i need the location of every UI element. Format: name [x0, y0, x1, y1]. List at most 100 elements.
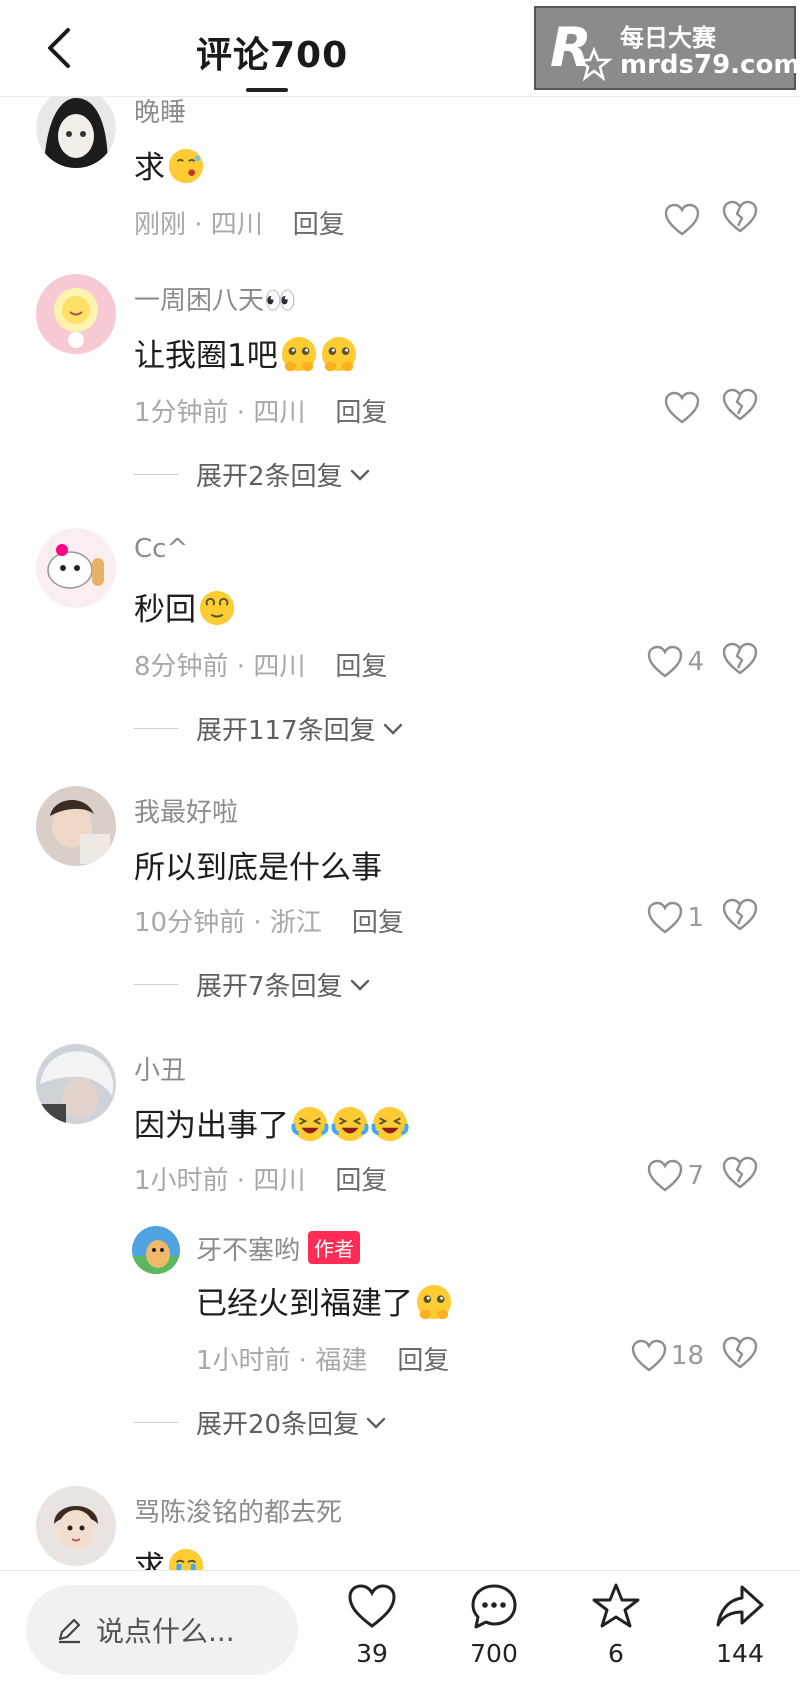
divider	[134, 984, 178, 985]
expand-replies-button[interactable]: 展开117条回复	[134, 710, 406, 747]
pleading-emoji-icon	[321, 336, 356, 372]
active-tab-indicator	[246, 88, 288, 92]
comment-count: 700	[470, 1639, 518, 1668]
comment-text: 因为出事了	[134, 1100, 409, 1145]
watermark-title: 每日大赛	[620, 24, 716, 52]
comment-username[interactable]: 一周困八天👀	[134, 280, 296, 317]
heart-icon	[648, 645, 683, 678]
favorite-button[interactable]: 6	[576, 1581, 656, 1668]
like-count: 1	[687, 903, 704, 933]
reply-button[interactable]: 回复	[335, 652, 387, 682]
reply-username-text[interactable]: 牙不塞哟	[196, 1236, 300, 1266]
star-icon	[592, 1583, 640, 1628]
avatar[interactable]	[36, 96, 116, 168]
broken-heart-icon[interactable]	[722, 898, 762, 938]
comment-time-location: 刚刚 · 四川	[134, 210, 263, 240]
comment-username[interactable]: 骂陈浚铭的都去死	[134, 1492, 342, 1529]
reply-button[interactable]: 回复	[397, 1346, 449, 1376]
like-button[interactable]: 7	[612, 1156, 704, 1196]
reply-button[interactable]: 回复	[335, 1166, 387, 1196]
comment-bubble-icon	[471, 1584, 517, 1629]
avatar[interactable]	[36, 528, 116, 608]
comment-username[interactable]: 我最好啦	[134, 792, 238, 829]
comment-text: 所以到底是什么事	[134, 842, 382, 887]
share-button[interactable]: 144	[700, 1581, 780, 1668]
share-count: 144	[716, 1639, 764, 1668]
kiss-emoji-icon	[168, 148, 204, 184]
broken-heart-icon[interactable]	[722, 388, 762, 428]
chevron-down-icon	[383, 723, 402, 735]
like-button[interactable]	[612, 200, 704, 240]
avatar[interactable]	[36, 1044, 116, 1124]
reply-button[interactable]: 回复	[335, 398, 387, 428]
comment-meta: 1小时前 · 四川 回复	[134, 1160, 387, 1197]
reply-button[interactable]: 回复	[293, 210, 345, 240]
comment-text-content: 求	[134, 150, 165, 186]
comment-time-location: 8分钟前 · 四川	[134, 652, 306, 682]
page-title: 评论700	[196, 35, 349, 76]
comment-text-content: 让我圈1吧	[134, 338, 278, 374]
expand-replies-label: 展开7条回复	[196, 972, 343, 1002]
chevron-down-icon	[366, 1417, 386, 1429]
heart-icon	[664, 391, 700, 424]
like-button[interactable]: 4	[612, 642, 704, 682]
comment-input-placeholder: 说点什么...	[96, 1615, 235, 1648]
comment-text: 秒回	[134, 584, 236, 629]
reply-button[interactable]: 回复	[352, 908, 404, 938]
like-button[interactable]: 1	[612, 898, 704, 938]
comment-username[interactable]: 晚睡	[134, 96, 186, 129]
like-button[interactable]	[612, 388, 704, 428]
comment-time-location: 10分钟前 · 浙江	[134, 908, 322, 938]
comment-meta: 10分钟前 · 浙江 回复	[134, 902, 404, 939]
like-count: 7	[687, 1161, 704, 1191]
like-button[interactable]: 18	[612, 1336, 704, 1376]
expand-replies-button[interactable]: 展开7条回复	[134, 966, 373, 1003]
crying-laughing-emoji-icon	[331, 1106, 369, 1142]
comment-text: 求	[134, 142, 205, 187]
avatar[interactable]	[36, 274, 116, 354]
expand-replies-button[interactable]: 展开2条回复	[134, 456, 373, 493]
chevron-down-icon	[350, 469, 369, 481]
comment-input[interactable]: 说点什么...	[26, 1585, 298, 1675]
comment-text: 让我圈1吧	[134, 330, 358, 375]
like-count: 4	[687, 647, 704, 677]
expand-replies-label: 展开117条回复	[196, 716, 376, 746]
heart-icon	[348, 1584, 396, 1628]
expand-replies-button[interactable]: 展开20条回复	[134, 1404, 389, 1441]
favorite-count: 6	[608, 1639, 624, 1668]
reply-username: 牙不塞哟 作者	[196, 1230, 361, 1267]
comment-time-location: 1分钟前 · 四川	[134, 398, 306, 428]
chevron-down-icon	[350, 979, 369, 991]
like-video-button[interactable]: 39	[332, 1581, 412, 1668]
comment-text-content: 求	[134, 1550, 165, 1570]
avatar[interactable]	[36, 1486, 116, 1566]
broken-heart-icon[interactable]	[722, 642, 762, 682]
pleading-emoji-icon	[281, 336, 316, 372]
broken-heart-icon[interactable]	[722, 1156, 762, 1196]
comment-text-content: 所以到底是什么事	[134, 850, 382, 886]
watermark-url: mrds79.com	[620, 50, 800, 80]
avatar[interactable]	[132, 1226, 180, 1274]
reply-time-location: 1小时前 · 福建	[196, 1346, 368, 1376]
watermark-logo-icon: R	[550, 16, 613, 82]
crying-laughing-emoji-icon	[371, 1106, 409, 1142]
crying-emoji-icon	[168, 1548, 204, 1570]
comment-username[interactable]: Cc^	[134, 534, 188, 564]
broken-heart-icon[interactable]	[722, 200, 762, 240]
svg-text:R: R	[550, 16, 592, 79]
back-arrow-icon[interactable]	[40, 22, 80, 74]
comment-text-content: 因为出事了	[134, 1108, 289, 1144]
comments-button[interactable]: 700	[454, 1581, 534, 1668]
broken-heart-icon[interactable]	[722, 1336, 762, 1376]
avatar[interactable]	[36, 786, 116, 866]
pencil-icon	[58, 1618, 81, 1644]
comment-text-content: 秒回	[134, 592, 196, 628]
comment-username[interactable]: 小丑	[134, 1050, 186, 1087]
heart-icon	[648, 901, 683, 934]
reply-text: 已经火到福建了	[196, 1278, 453, 1323]
comment-list[interactable]: 晚睡 求 刚刚 · 四川 回复 一周困八天👀 让我圈1吧 1分钟前 · 四川 回复	[0, 96, 800, 1570]
like-count: 39	[356, 1639, 388, 1668]
bottom-action-bar: 说点什么... 39 700 6 144	[0, 1570, 800, 1704]
comment-meta: 1分钟前 · 四川 回复	[134, 392, 387, 429]
watermark-banner: R 每日大赛 mrds79.com	[534, 6, 800, 90]
